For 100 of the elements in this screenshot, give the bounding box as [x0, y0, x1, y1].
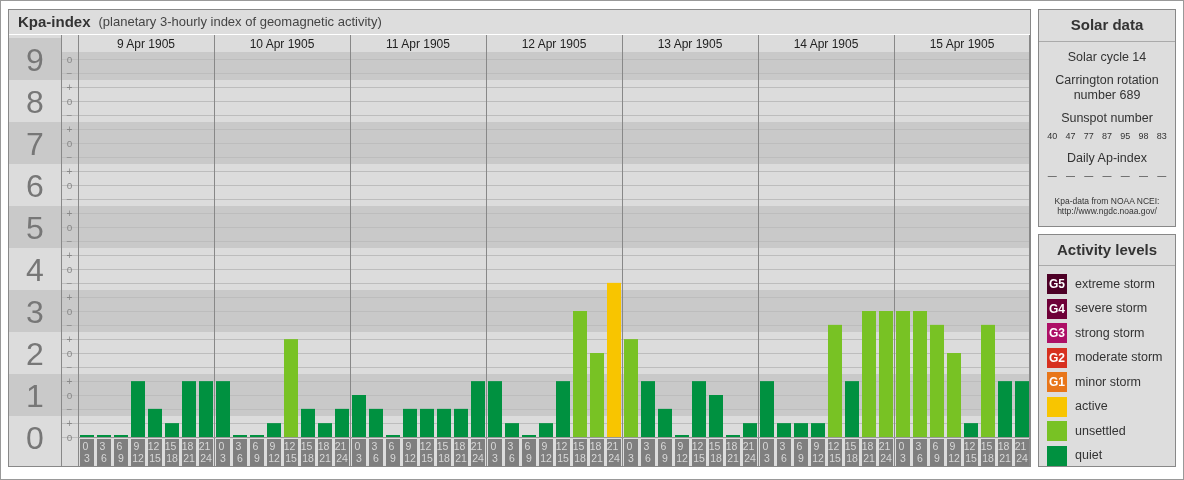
time-label: 6 9	[114, 439, 128, 466]
time-label: 18 21	[589, 439, 604, 466]
kp-bar	[1015, 381, 1029, 437]
time-label: 9 12	[539, 439, 553, 466]
time-label: 6 9	[522, 439, 536, 466]
time-label: 12 15	[147, 439, 162, 466]
time-label: 15 18	[164, 439, 179, 466]
kp-bar	[488, 381, 502, 437]
kp-subdivision-label: +	[66, 165, 73, 177]
level-swatch: G5	[1047, 274, 1067, 295]
kp-bar	[437, 408, 451, 437]
sunspot-label: Sunspot number	[1060, 110, 1154, 126]
time-label: 9 12	[267, 439, 281, 466]
time-label: 9 12	[131, 439, 145, 466]
time-label: 15 18	[436, 439, 451, 466]
kp-subdivision-label: −	[66, 193, 73, 205]
kp-subdivision-label: +	[66, 333, 73, 345]
kp-subdivision-label: −	[66, 361, 73, 373]
ap-index-value: —	[1120, 170, 1130, 183]
time-label: 12 15	[963, 439, 978, 466]
time-label: 0 3	[896, 439, 910, 466]
level-label: quiet	[1075, 447, 1103, 465]
kp-subdivision-label: +	[66, 249, 73, 261]
time-label: 18 21	[453, 439, 468, 466]
time-label: 0 3	[488, 439, 502, 466]
ap-index-value: —	[1102, 170, 1112, 183]
level-label: active	[1075, 398, 1108, 416]
kp-level-label: 3	[26, 294, 44, 330]
kp-subdivision-label: o	[66, 263, 73, 275]
kp-level-label: 6	[26, 168, 44, 204]
time-label: 15 18	[572, 439, 587, 466]
kp-subdivision-label: −	[66, 67, 73, 79]
kp-bar	[199, 381, 213, 437]
time-label: 0 3	[760, 439, 774, 466]
kp-bar	[216, 381, 230, 437]
ap-index-value: —	[1047, 170, 1057, 183]
kp-subdivision-label: +	[66, 375, 73, 387]
kp-subdivision-label: +	[66, 207, 73, 219]
kp-subdivision-label: o	[66, 431, 73, 443]
date-label: 11 Apr 1905	[386, 37, 450, 51]
time-label: 15 18	[844, 439, 859, 466]
date-label: 9 Apr 1905	[116, 37, 176, 51]
kp-bar	[964, 423, 978, 437]
kp-bar	[692, 381, 706, 437]
time-label: 21 24	[1014, 439, 1029, 466]
time-label: 0 3	[352, 439, 366, 466]
time-label: 3 6	[369, 439, 383, 466]
level-label: minor storm	[1075, 373, 1141, 391]
kp-bar	[454, 408, 468, 437]
kp-bar	[658, 408, 672, 437]
kp-level-label: 9	[26, 42, 44, 78]
kp-bar	[998, 381, 1012, 437]
time-label: 18 21	[317, 439, 332, 466]
level-label: strong storm	[1075, 324, 1145, 342]
kp-bar	[301, 408, 315, 437]
kp-bar	[539, 423, 553, 437]
sunspot-value: 87	[1101, 129, 1112, 143]
time-label: 12 15	[691, 439, 706, 466]
date-label: 13 Apr 1905	[657, 37, 723, 51]
sunspot-value: 83	[1156, 129, 1167, 143]
ap-index-value: —	[1157, 170, 1167, 183]
kp-subdivision-label: o	[66, 95, 73, 107]
chart-title: Kpa-index	[18, 11, 91, 32]
time-label: 0 3	[624, 439, 638, 466]
time-label: 15 18	[708, 439, 723, 466]
kp-bar	[131, 381, 145, 437]
source-url: http://www.ngdc.noaa.gov/	[1056, 206, 1158, 217]
carrington-rotation-text: Carrington rotation number 689	[1054, 72, 1160, 103]
level-swatch: G4	[1047, 298, 1067, 319]
time-label: 6 9	[794, 439, 808, 466]
time-label: 0 3	[216, 439, 230, 466]
kp-bar	[403, 408, 417, 437]
kp-bar	[369, 408, 383, 437]
solar-cycle-text: Solar cycle 14	[1066, 49, 1148, 65]
time-label: 9 12	[675, 439, 689, 466]
time-label: 18 21	[861, 439, 876, 466]
level-swatch: G1	[1047, 372, 1067, 393]
kp-bar	[182, 381, 196, 437]
time-label: 21 24	[606, 439, 621, 466]
panel-title: Activity levels	[1039, 234, 1175, 266]
kp-subdivision-label: +	[66, 123, 73, 135]
kp-bar	[165, 423, 179, 437]
level-label: unsettled	[1075, 422, 1126, 440]
sunspot-value: 40	[1047, 129, 1058, 143]
ap-index-value: —	[1139, 170, 1149, 183]
kp-bar	[318, 423, 332, 437]
kp-bar	[760, 381, 774, 437]
time-label: 3 6	[97, 439, 111, 466]
time-label: 12 15	[555, 439, 570, 466]
time-label: 18 21	[725, 439, 740, 466]
time-label: 21 24	[470, 439, 485, 466]
time-label: 3 6	[641, 439, 655, 466]
source-text: Kpa-data from NOAA NCEI:	[1053, 195, 1161, 207]
kp-bar	[556, 381, 570, 437]
time-label: 18 21	[997, 439, 1012, 466]
kp-level-label: 0	[26, 420, 44, 456]
kp-subdivision-label: −	[66, 235, 73, 247]
kp-bar	[709, 395, 723, 437]
date-label: 15 Apr 1905	[929, 37, 995, 51]
kp-level-label: 7	[26, 126, 44, 162]
